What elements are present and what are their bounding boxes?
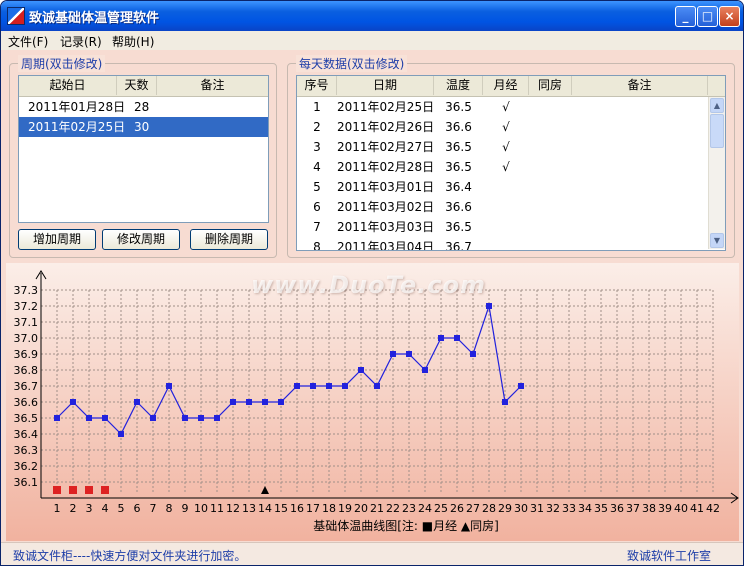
x-tick-label: 31 (530, 502, 544, 515)
x-tick-label: 41 (690, 502, 704, 515)
x-tick-label: 36 (610, 502, 624, 515)
x-tick-label: 24 (418, 502, 432, 515)
temperature-point (518, 383, 524, 389)
period-marker (53, 486, 61, 494)
x-tick-label: 25 (434, 502, 448, 515)
x-tick-label: 33 (562, 502, 576, 515)
x-tick-label: 4 (102, 502, 109, 515)
temperature-point (70, 399, 76, 405)
x-tick-label: 32 (546, 502, 560, 515)
y-tick-label: 36.3 (14, 444, 39, 457)
x-tick-label: 16 (290, 502, 304, 515)
chart-caption: 基础体温曲线图[注: ■月经 ▲同房] (313, 518, 499, 533)
y-tick-label: 36.5 (14, 412, 39, 425)
temperature-point (486, 303, 492, 309)
x-tick-label: 34 (578, 502, 592, 515)
temperature-point (102, 415, 108, 421)
temperature-point (422, 367, 428, 373)
y-tick-label: 36.2 (14, 460, 39, 473)
x-tick-label: 13 (242, 502, 256, 515)
x-tick-label: 17 (306, 502, 320, 515)
x-tick-label: 8 (166, 502, 173, 515)
x-tick-label: 23 (402, 502, 416, 515)
x-tick-label: 15 (274, 502, 288, 515)
y-tick-label: 36.4 (14, 428, 39, 441)
x-tick-label: 35 (594, 502, 608, 515)
x-tick-label: 40 (674, 502, 688, 515)
temperature-point (150, 415, 156, 421)
temperature-point (454, 335, 460, 341)
y-tick-label: 36.8 (14, 364, 39, 377)
temperature-point (374, 383, 380, 389)
temperature-point (390, 351, 396, 357)
temperature-point (262, 399, 268, 405)
x-tick-label: 27 (466, 502, 480, 515)
x-tick-label: 6 (134, 502, 141, 515)
x-tick-label: 5 (118, 502, 125, 515)
x-tick-label: 9 (182, 502, 189, 515)
watermark-text: www.DuoTe.com (251, 271, 486, 299)
y-tick-label: 36.1 (14, 476, 39, 489)
x-tick-label: 39 (658, 502, 672, 515)
x-tick-label: 38 (642, 502, 656, 515)
temperature-point (326, 383, 332, 389)
temperature-point (166, 383, 172, 389)
temperature-point (182, 415, 188, 421)
period-marker (85, 486, 93, 494)
x-tick-label: 19 (338, 502, 352, 515)
temperature-point (214, 415, 220, 421)
x-tick-label: 28 (482, 502, 496, 515)
temperature-point (230, 399, 236, 405)
x-tick-label: 29 (498, 502, 512, 515)
temperature-point (502, 399, 508, 405)
y-tick-label: 36.9 (14, 348, 39, 361)
x-tick-label: 14 (258, 502, 272, 515)
x-tick-label: 20 (354, 502, 368, 515)
temperature-point (342, 383, 348, 389)
y-tick-label: 37.2 (14, 300, 39, 313)
temperature-point (118, 431, 124, 437)
temperature-point (278, 399, 284, 405)
y-tick-label: 36.7 (14, 380, 39, 393)
temperature-point (358, 367, 364, 373)
x-tick-label: 30 (514, 502, 528, 515)
x-tick-label: 18 (322, 502, 336, 515)
temperature-point (310, 383, 316, 389)
temperature-point (198, 415, 204, 421)
temperature-point (246, 399, 252, 405)
x-tick-label: 1 (54, 502, 61, 515)
temperature-point (134, 399, 140, 405)
temperature-point (294, 383, 300, 389)
temperature-point (54, 415, 60, 421)
temperature-point (406, 351, 412, 357)
temperature-point (438, 335, 444, 341)
y-tick-label: 37.1 (14, 316, 39, 329)
x-tick-label: 12 (226, 502, 240, 515)
y-tick-label: 37.0 (14, 332, 39, 345)
temperature-point (470, 351, 476, 357)
y-tick-label: 37.3 (14, 284, 39, 297)
x-tick-label: 37 (626, 502, 640, 515)
period-marker (69, 486, 77, 494)
x-tick-label: 11 (210, 502, 224, 515)
temperature-point (86, 415, 92, 421)
x-tick-label: 10 (194, 502, 208, 515)
x-tick-label: 22 (386, 502, 400, 515)
x-tick-label: 2 (70, 502, 77, 515)
app-window: 致诚基础体温管理软件 _ □ × 文件(F) 记录(R) 帮助(H) 周期(双击… (0, 0, 744, 566)
y-tick-label: 36.6 (14, 396, 39, 409)
x-tick-label: 42 (706, 502, 720, 515)
status-bar: 致诚文件柜----快速方便对文件夹进行加密。 致诚软件工作室 (1, 542, 743, 565)
period-marker (101, 486, 109, 494)
status-left: 致诚文件柜----快速方便对文件夹进行加密。 (13, 549, 247, 563)
x-tick-label: 3 (86, 502, 93, 515)
status-right: 致诚软件工作室 (627, 549, 712, 563)
x-tick-label: 7 (150, 502, 157, 515)
x-tick-label: 26 (450, 502, 464, 515)
x-tick-label: 21 (370, 502, 384, 515)
